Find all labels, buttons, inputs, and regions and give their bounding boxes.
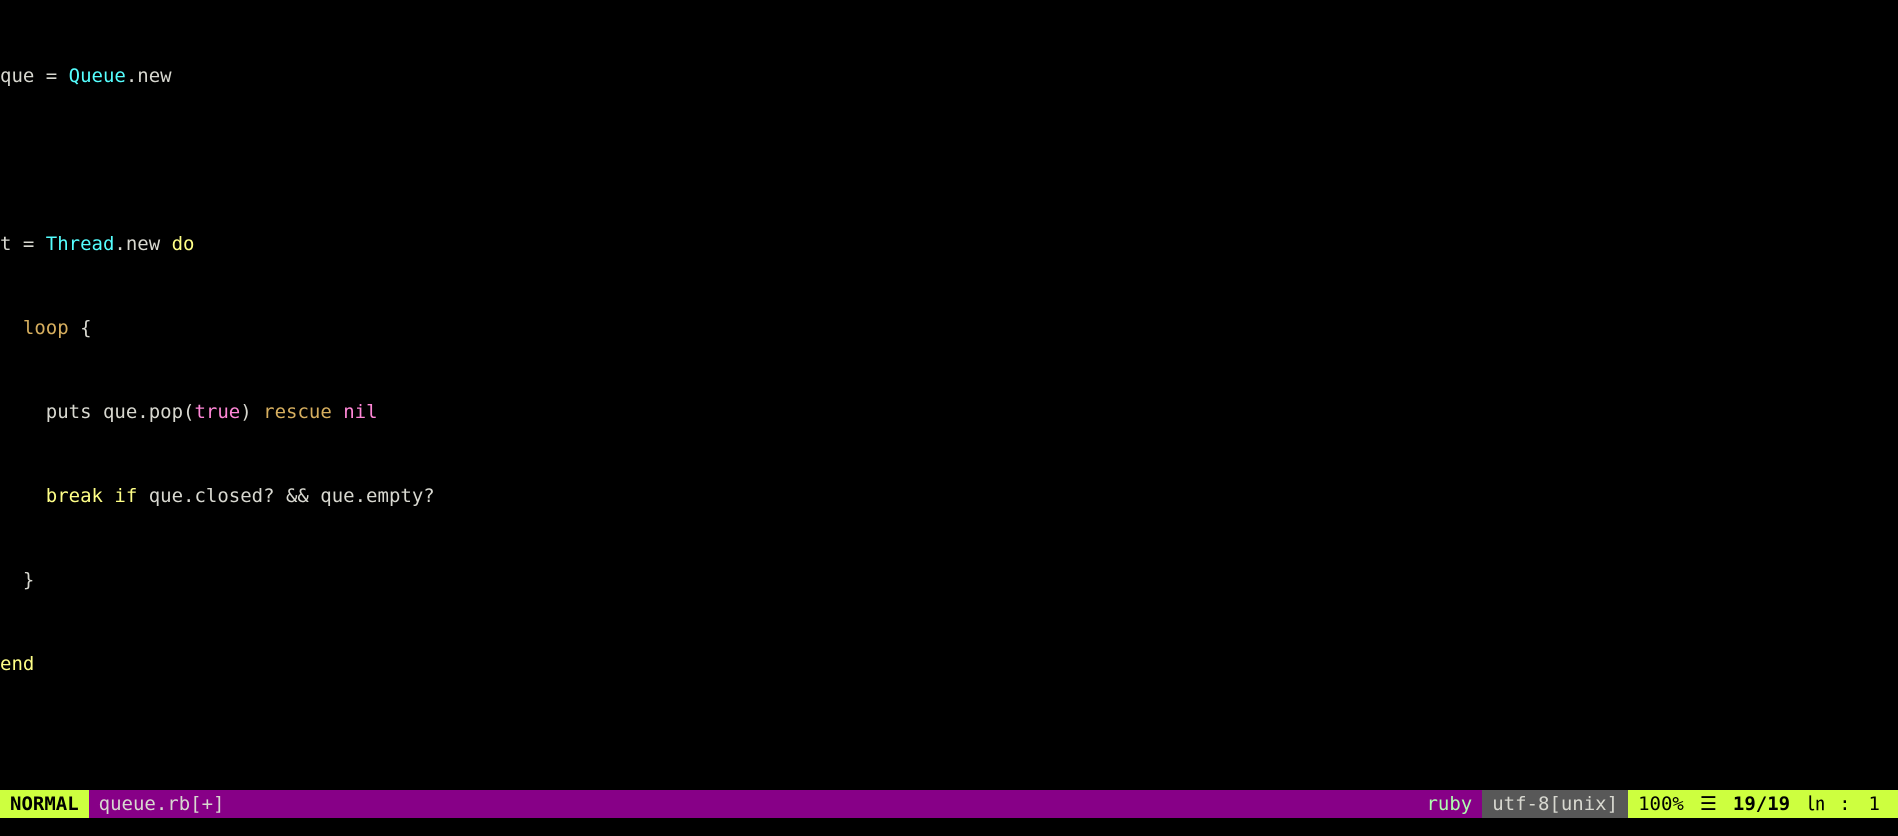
percent-glyph-icon: ☰ [1694,790,1723,818]
column-position: 1 [1859,790,1898,818]
code-line [0,734,1898,762]
code-line: } [0,566,1898,594]
line-position: 19/19 [1723,790,1800,818]
filetype-indicator: ruby [1416,790,1482,818]
code-line: que = Queue.new [0,62,1898,90]
file-name: queue.rb[+] [89,790,1417,818]
code-line: t = Thread.new do [0,230,1898,258]
encoding-indicator: utf-8[unix] [1482,790,1628,818]
code-line: loop { [0,314,1898,342]
percent-indicator: 100% [1628,790,1694,818]
mode-indicator: NORMAL [0,790,89,818]
line-glyph-icon: ㏑ [1800,790,1831,818]
command-line-area[interactable] [0,818,1898,836]
code-line [0,146,1898,174]
code-line: break if que.closed? && que.empty? [0,482,1898,510]
status-line: NORMAL queue.rb[+] ruby utf-8[unix] 100%… [0,790,1898,818]
colon-separator: : [1831,790,1858,818]
vim-editor[interactable]: que = Queue.new t = Thread.new do loop {… [0,0,1898,836]
code-buffer[interactable]: que = Queue.new t = Thread.new do loop {… [0,0,1898,836]
code-line: puts que.pop(true) rescue nil [0,398,1898,426]
code-line: end [0,650,1898,678]
